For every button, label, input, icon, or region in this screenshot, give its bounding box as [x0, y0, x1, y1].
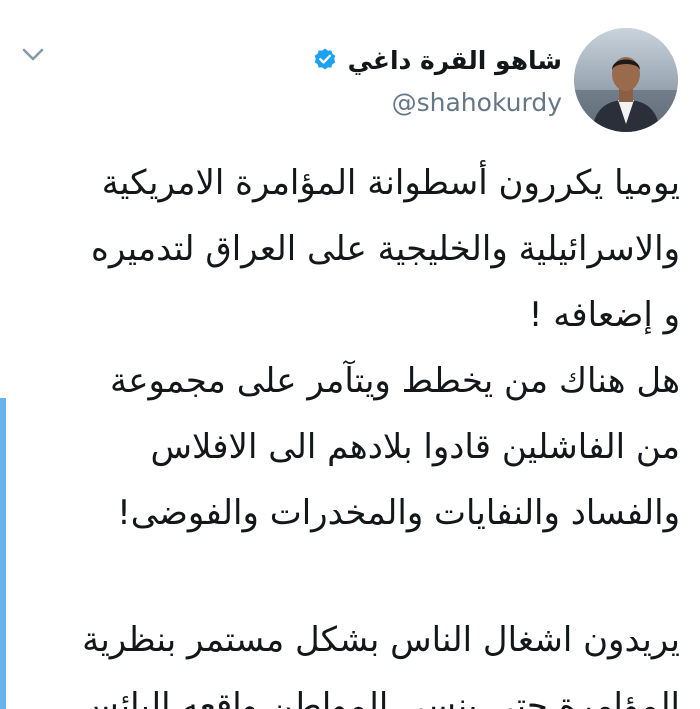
tweet-line: هل هناك من يخطط ويتآمر على مجموعة — [109, 361, 680, 401]
author-name-row: شاهو القرة داغي — [312, 42, 562, 78]
tweet-line: والاسرائيلية والخليجية على العراق لتدمير… — [91, 229, 680, 269]
user-handle[interactable]: @shahokurdy — [392, 88, 562, 117]
avatar[interactable] — [574, 28, 678, 132]
chevron-down-icon[interactable] — [18, 42, 48, 66]
tweet-line: يريدون اشغال الناس بشكل مستمر بنظرية — [82, 620, 680, 660]
tweet-line: يوميا يكررون أسطوانة المؤامرة الامريكية — [101, 163, 680, 203]
thread-accent-bar — [0, 398, 6, 709]
tweet-line: من الفاشلين قادوا بلادهم الى الافلاس — [150, 427, 680, 467]
tweet-text: يوميا يكررون أسطوانة المؤامرة الامريكية … — [20, 150, 680, 709]
tweet-line: المؤامرة حتي ينسى المواطن واقعه البائس — [77, 686, 680, 709]
verified-badge-icon — [314, 48, 335, 70]
display-name[interactable]: شاهو القرة داغي — [348, 46, 562, 75]
tweet-line: و إضعافه ! — [528, 295, 680, 335]
tweet-line: والفساد والنفايات والمخدرات والفوضى! — [117, 493, 680, 533]
